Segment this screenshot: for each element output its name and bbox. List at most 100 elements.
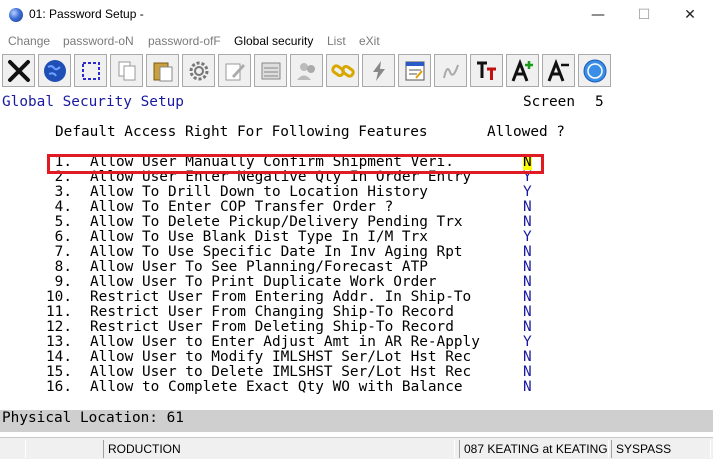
feature-value[interactable]: N — [523, 275, 532, 290]
script-icon — [442, 64, 459, 78]
feature-row-15[interactable]: 15. Allow User to Delete IMLSHST Ser/Lot … — [0, 365, 713, 380]
copy-button[interactable] — [110, 54, 143, 87]
help-icon — [583, 59, 606, 82]
feature-value[interactable]: N — [523, 245, 532, 260]
feature-row-11[interactable]: 11. Restrict User From Changing Ship-To R… — [0, 305, 713, 320]
exit-button[interactable] — [2, 54, 35, 87]
feature-row-14[interactable]: 14. Allow User to Modify IMLSHST Ser/Lot … — [0, 350, 713, 365]
menu-global-security[interactable]: Global security — [234, 34, 313, 48]
form-button[interactable] — [398, 54, 431, 87]
app-icon[interactable] — [9, 8, 23, 22]
minimize-button[interactable]: — — [575, 0, 621, 30]
font-increase-button[interactable] — [506, 54, 539, 87]
feature-value[interactable]: Y — [523, 230, 532, 245]
feature-value[interactable]: N — [523, 200, 532, 215]
feature-value[interactable]: N — [523, 320, 532, 335]
paste-button[interactable] — [146, 54, 179, 87]
feature-label: Allow To Use Blank Dist Type In I/M Trx — [90, 229, 428, 245]
feature-row-10[interactable]: 10. Restrict User From Entering Addr. In … — [0, 290, 713, 305]
toolbar — [0, 52, 713, 90]
feature-row-6[interactable]: 6. Allow To Use Blank Dist Type In I/M Tr… — [0, 230, 713, 245]
lightning-button[interactable] — [362, 54, 395, 87]
feature-row-12[interactable]: 12. Restrict User From Deleting Ship-To R… — [0, 320, 713, 335]
menu-change[interactable]: Change — [8, 34, 50, 48]
feature-row-13[interactable]: 13. Allow User to Enter Adjust Amt in AR … — [0, 335, 713, 350]
close-button[interactable]: ✕ — [667, 0, 713, 30]
feature-label: Allow To Delete Pickup/Delivery Pending … — [90, 214, 463, 230]
select-button[interactable] — [74, 54, 107, 87]
feature-number: 12. — [46, 319, 72, 335]
feature-row-7[interactable]: 7. Allow To Use Specific Date In Inv Agin… — [0, 245, 713, 260]
feature-row-5[interactable]: 5. Allow To Delete Pickup/Delivery Pendin… — [0, 215, 713, 230]
feature-number: 15. — [46, 364, 72, 380]
feature-row-4[interactable]: 4. Allow To Enter COP Transfer Order ? N — [0, 200, 713, 215]
status-cell-user: SYSPASS — [611, 440, 711, 458]
users-icon — [296, 62, 315, 80]
link-button[interactable] — [326, 54, 359, 87]
feature-number: 7. — [54, 244, 72, 260]
feature-number: 3. — [54, 184, 72, 200]
feature-value[interactable]: N — [523, 305, 532, 320]
menu-password-off[interactable]: password-ofF — [148, 34, 221, 48]
feature-label: Allow User to Delete IMLSHST Ser/Lot Hst… — [90, 364, 472, 380]
menu-exit[interactable]: eXit — [359, 34, 380, 48]
feature-row-8[interactable]: 8. Allow User To See Planning/Forecast AT… — [0, 260, 713, 275]
font-increase-icon — [511, 58, 533, 82]
edit-button[interactable] — [218, 54, 251, 87]
font-decrease-button[interactable] — [542, 54, 575, 87]
feature-number: 11. — [46, 304, 72, 320]
lightning-icon — [372, 60, 385, 81]
font-decrease-icon — [547, 58, 569, 82]
feature-value[interactable]: Y — [523, 335, 532, 350]
window-title: 01: Password Setup - — [29, 7, 144, 21]
menu-list[interactable]: List — [327, 34, 346, 48]
feature-label: Allow To Enter COP Transfer Order ? — [90, 199, 394, 215]
feature-label: Allow User To See Planning/Forecast ATP — [90, 259, 428, 275]
globe-button[interactable] — [38, 54, 71, 87]
feature-label: Restrict User From Entering Addr. In Shi… — [90, 289, 472, 305]
list-button[interactable] — [254, 54, 287, 87]
feature-label: Restrict User From Changing Ship-To Reco… — [90, 304, 454, 320]
status-cell-environment: RODUCTION — [103, 440, 455, 458]
users-button[interactable] — [290, 54, 323, 87]
screen-label: Screen — [523, 94, 575, 110]
script-button[interactable] — [434, 54, 467, 87]
feature-value[interactable]: N — [523, 290, 532, 305]
feature-number: 10. — [46, 289, 72, 305]
feature-label: Allow To Use Specific Date In Inv Aging … — [90, 244, 463, 260]
globe-icon — [43, 59, 66, 82]
feature-label: Allow to Complete Exact Qty WO with Bala… — [90, 379, 463, 395]
screen-number: 5 — [595, 94, 604, 110]
screen-title: Global Security Setup — [2, 94, 184, 110]
column-header: Default Access Right For Following Featu… — [55, 124, 428, 140]
feature-row-3[interactable]: 3. Allow To Drill Down to Location Histor… — [0, 185, 713, 200]
select-icon — [81, 61, 100, 80]
feature-number: 16. — [46, 379, 72, 395]
feature-row-16[interactable]: 16. Allow to Complete Exact Qty WO with B… — [0, 380, 713, 395]
status-cell-location: 087 KEATING at KEATING — [459, 440, 609, 458]
feature-value[interactable]: Y — [523, 185, 532, 200]
feature-label: Allow User To Print Duplicate Work Order — [90, 274, 437, 290]
feature-value[interactable]: N — [523, 260, 532, 275]
maximize-button[interactable]: ☐ — [621, 0, 667, 30]
help-button[interactable] — [578, 54, 611, 87]
menu-bar: Change password-oN password-ofF Global s… — [0, 31, 713, 51]
font-button[interactable] — [470, 54, 503, 87]
close-icon: ✕ — [684, 7, 696, 23]
status-cell-1 — [2, 440, 26, 458]
feature-number: 5. — [54, 214, 72, 230]
physical-location-text: Physical Location: 61 — [2, 410, 184, 426]
settings-button[interactable] — [182, 54, 215, 87]
feature-number: 14. — [46, 349, 72, 365]
feature-value[interactable]: N — [523, 380, 532, 395]
menu-password-on[interactable]: password-oN — [63, 34, 134, 48]
feature-number: 9. — [54, 274, 72, 290]
feature-value[interactable]: N — [523, 365, 532, 380]
feature-row-9[interactable]: 9. Allow User To Print Duplicate Work Ord… — [0, 275, 713, 290]
exit-icon — [7, 59, 30, 82]
title-bar: 01: Password Setup - — ☐ ✕ — [0, 0, 713, 30]
minimize-icon: — — [591, 7, 605, 23]
feature-label: Allow User to Modify IMLSHST Ser/Lot Hst… — [90, 349, 472, 365]
feature-value[interactable]: N — [523, 350, 532, 365]
feature-value[interactable]: N — [523, 215, 532, 230]
